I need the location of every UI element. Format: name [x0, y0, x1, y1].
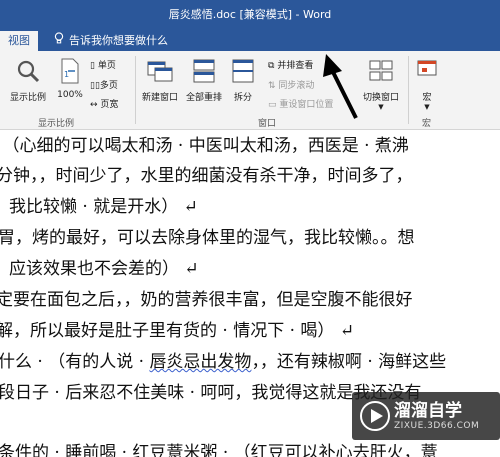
watermark-brand: 溜溜自学: [394, 401, 462, 421]
watermark: 溜溜自学 ZIXUE.3D66.COM: [352, 392, 500, 440]
annotation-arrow-icon: [323, 54, 358, 119]
watermark-url: ZIXUE.3D66.COM: [394, 421, 480, 431]
play-logo-icon: [360, 401, 390, 431]
